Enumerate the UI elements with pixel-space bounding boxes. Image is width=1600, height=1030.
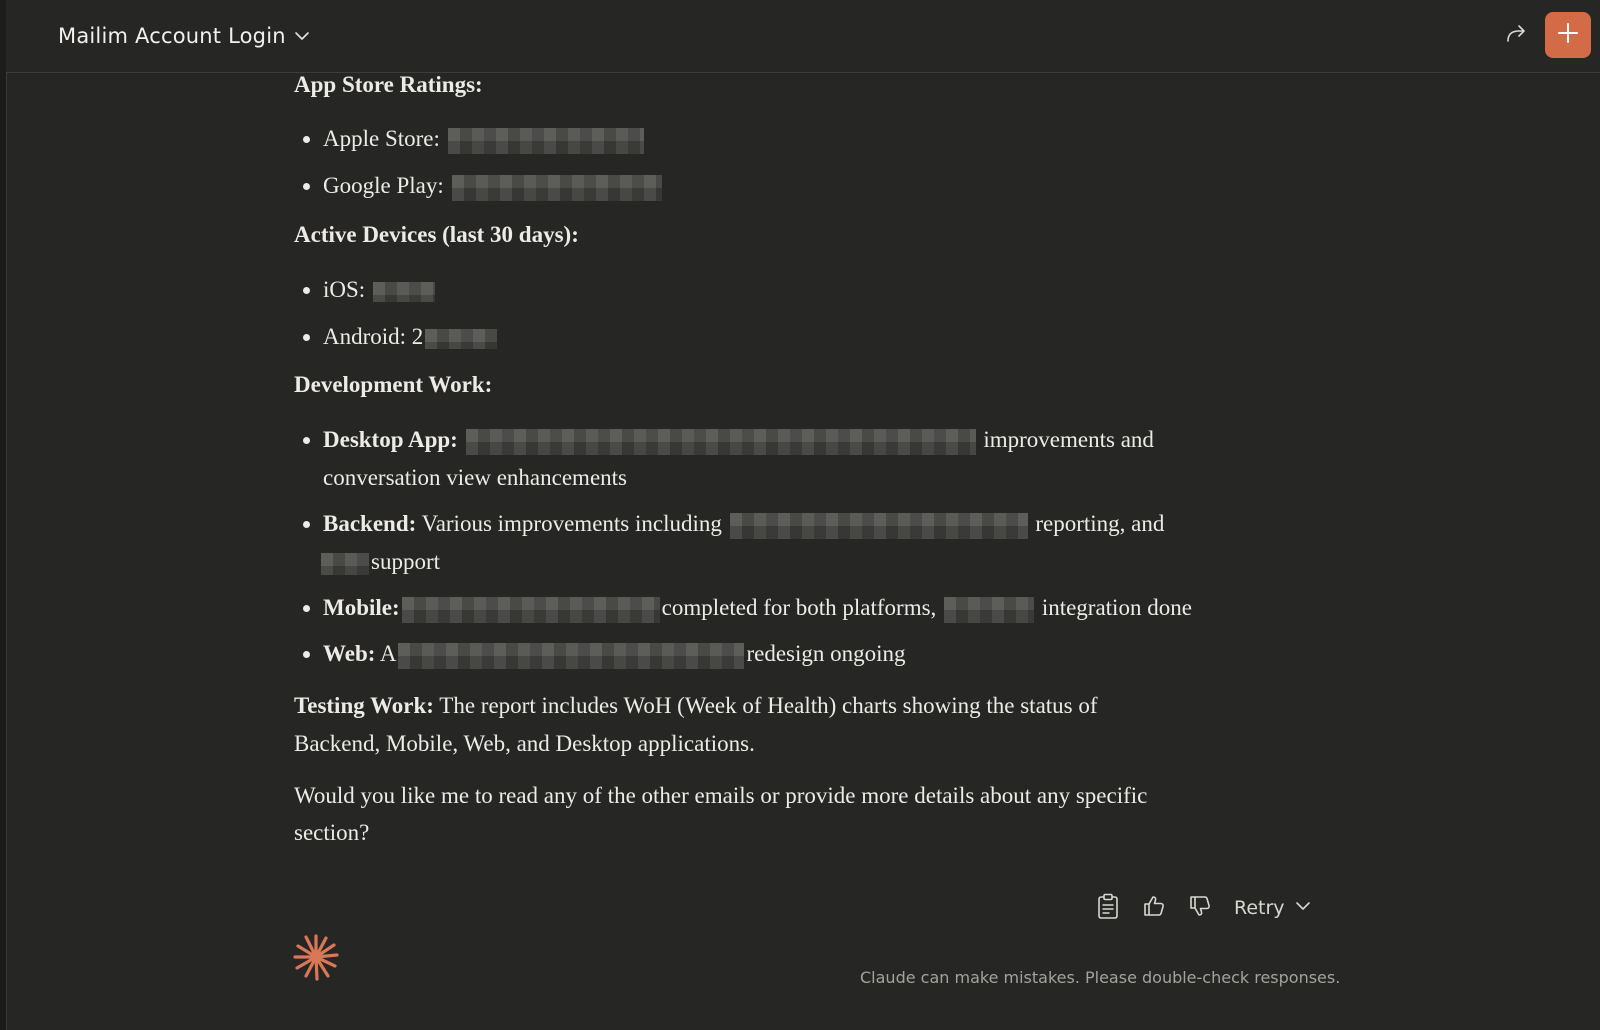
bullet-dot [303,287,310,294]
clipboard-icon [1097,893,1119,924]
new-chat-button[interactable] [1545,12,1591,58]
list-item-text: redesign ongoing [746,641,906,666]
list-item-label: iOS: [323,277,371,302]
disclaimer-text: Claude can make mistakes. Please double-… [860,968,1341,987]
retry-button[interactable]: Retry [1234,897,1311,919]
devices-heading: Active Devices (last 30 days): [294,222,579,247]
redacted-value [321,552,369,575]
list-item-text: A [375,641,397,666]
list-item-text: integration done [1036,595,1192,620]
redacted-value [451,174,662,201]
thumbs-up-icon [1142,894,1166,923]
thumbs-down-button[interactable] [1182,890,1218,926]
redacted-value [944,596,1035,623]
list-item-label: Mobile: [323,595,400,620]
share-button[interactable] [1498,18,1534,54]
top-bar: Mailim Account Login [6,0,1600,73]
list-item-text: Various improvements including [416,511,728,536]
list-item-label: Google Play: [323,173,444,198]
copy-button[interactable] [1090,890,1126,926]
list-item-label: Apple Store: [323,126,440,151]
redacted-value [401,596,660,623]
bullet-dot [303,183,310,190]
redacted-value [398,642,745,669]
retry-label: Retry [1234,897,1285,919]
bullet-dot [303,605,310,612]
plus-icon [1556,21,1580,50]
redacted-value [447,127,644,154]
sidebar-edge [0,0,7,1030]
bullet-dot [303,521,310,528]
app-store-heading: App Store Ratings: [294,72,483,97]
list-item-text: completed for both platforms, [661,595,943,620]
redacted-value [465,428,976,455]
list-item-label: Android: 2 [323,324,424,349]
bullet-dot [303,334,310,341]
testing-paragraph: Testing Work: The report includes WoH (W… [294,693,1098,718]
closing-question: Would you like me to read any of the oth… [294,783,1148,808]
testing-label: Testing Work: [294,693,434,718]
conversation-title-menu[interactable]: Mailim Account Login [58,20,310,52]
testing-paragraph-continuation: Backend, Mobile, Web, and Desktop applic… [294,731,755,756]
closing-question-continuation: section? [294,820,370,845]
list-item-label: Desktop App: [323,427,458,452]
list-item-label: Web: [323,641,376,666]
message-actions: Retry [1090,888,1311,928]
bullet-dot [303,651,310,658]
bullet-dot [303,437,310,444]
share-arrow-icon [1504,22,1528,51]
list-item-label: Backend: [323,511,417,536]
chevron-down-icon [294,28,310,44]
list-item-text: improvements and [977,427,1154,452]
redacted-value [729,512,1028,539]
bullet-dot [303,136,310,143]
chevron-down-icon [1295,897,1311,919]
claude-spark-icon [292,933,340,981]
list-item-text: support [371,549,440,574]
redacted-value [425,328,498,349]
list-item-text: reporting, and [1029,511,1165,536]
conversation-title: Mailim Account Login [58,24,286,48]
thumbs-up-button[interactable] [1136,890,1172,926]
thumbs-down-icon [1188,894,1212,923]
development-heading: Development Work: [294,372,493,397]
redacted-value [372,281,435,302]
